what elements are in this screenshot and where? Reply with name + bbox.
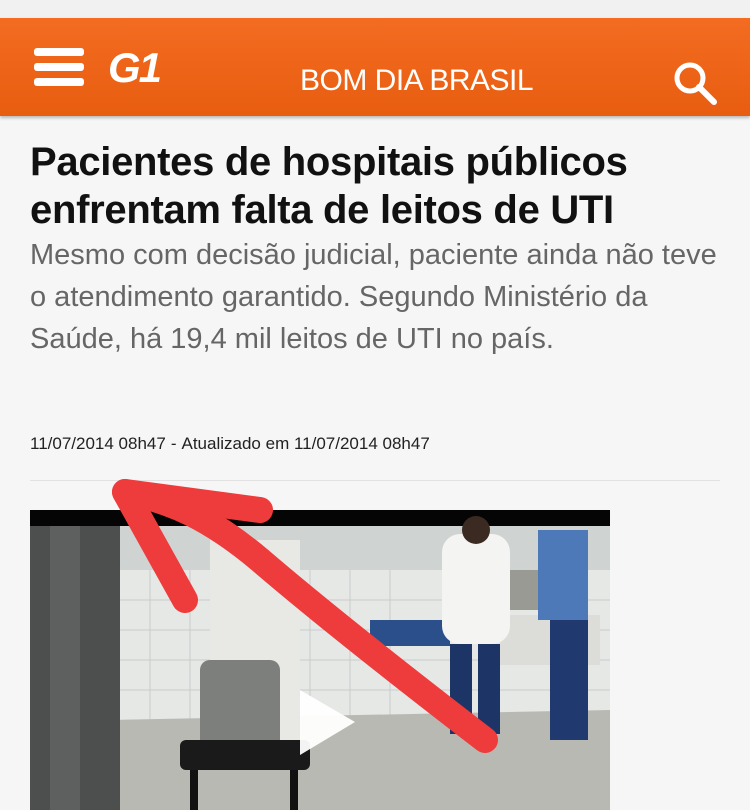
updated-date: 11/07/2014 08h47: [293, 434, 430, 453]
g1-logo[interactable]: G1: [108, 44, 162, 92]
section-title[interactable]: BOM DIA BRASIL: [300, 64, 600, 98]
article-date-line: 11/07/2014 08h47- Atualizado em 11/07/201…: [30, 434, 730, 454]
video-thumbnail: [30, 510, 610, 810]
status-strip: [0, 0, 750, 18]
article-subtitle: Mesmo com decisão judicial, paciente ain…: [30, 239, 717, 355]
published-date: 11/07/2014 08h47: [30, 434, 166, 453]
divider: [30, 480, 720, 481]
video-player[interactable]: [30, 510, 610, 810]
hamburger-menu-icon[interactable]: [34, 48, 84, 86]
search-icon[interactable]: [672, 60, 718, 106]
article-headline: Pacientes de hospitais públicos enfrenta…: [30, 140, 628, 232]
date-separator: -: [170, 434, 177, 453]
updated-prefix: Atualizado em: [181, 434, 290, 453]
site-header: G1 BOM DIA BRASIL: [0, 18, 750, 116]
